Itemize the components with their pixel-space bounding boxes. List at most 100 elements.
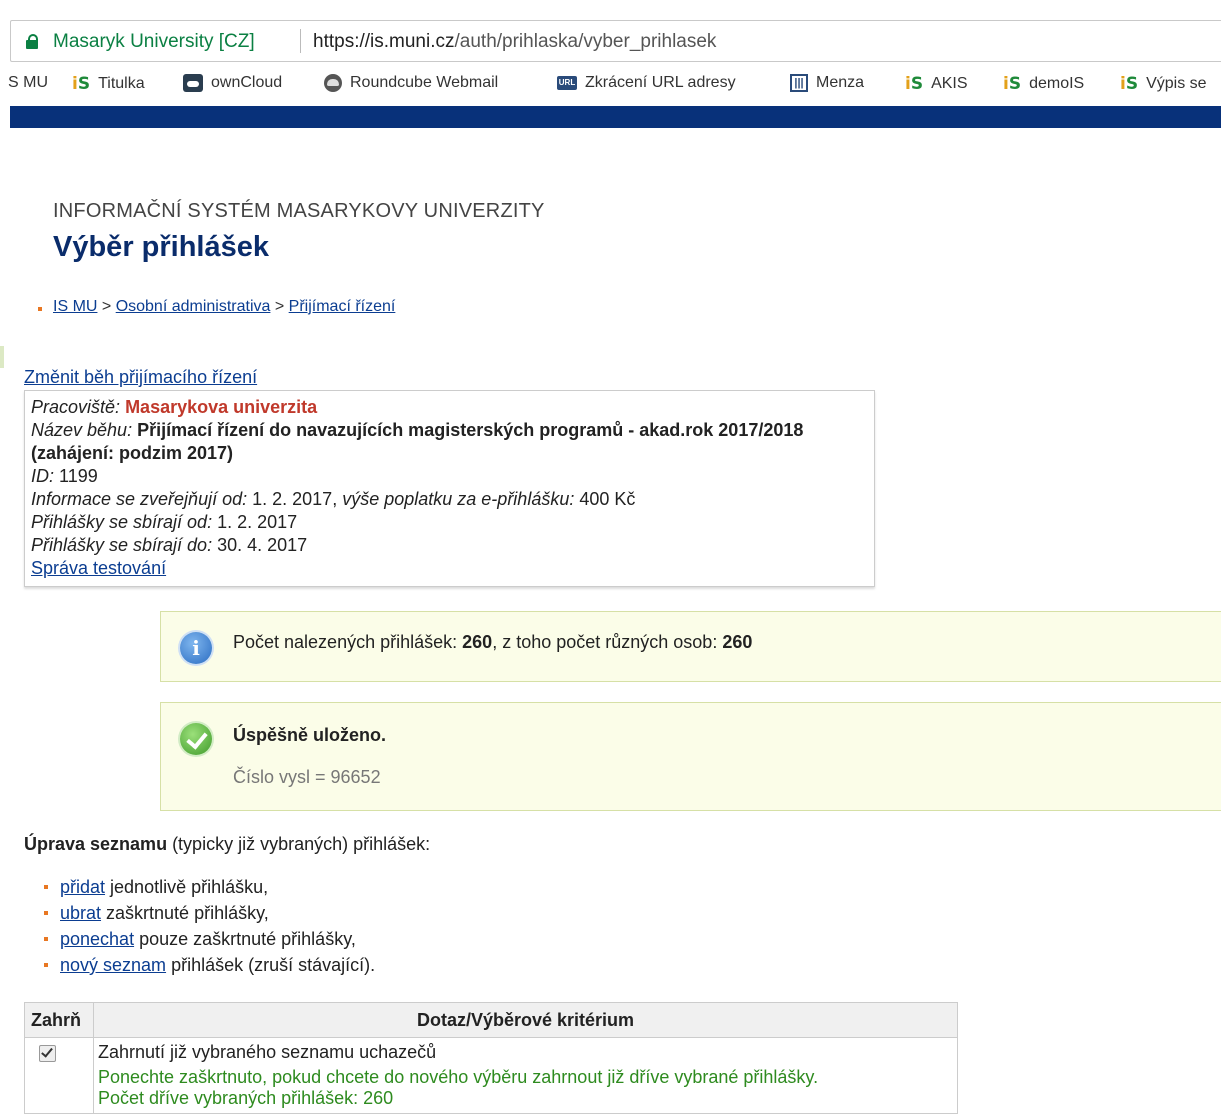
url-host: https://is.muni.cz: [313, 31, 455, 52]
row-hint: Ponechte zaškrtnuto, pokud chcete do nov…: [98, 1067, 819, 1087]
url-path: /auth/prihlaska/vyber_prihlasek: [454, 31, 717, 52]
bookmark-akis[interactable]: iS AKIS: [905, 74, 968, 94]
workplace-label: Pracoviště:: [31, 397, 121, 417]
new-list-link[interactable]: nový seznam: [60, 955, 166, 975]
bookmark-label: Roundcube Webmail: [350, 74, 499, 91]
fee-label: výše poplatku za e-přihlášku:: [342, 489, 575, 509]
list-item: nový seznam přihlášek (zruší stávající).: [43, 952, 376, 978]
bookmark-titulka[interactable]: iS Titulka: [72, 74, 145, 94]
id-value: 1199: [59, 466, 98, 486]
site-header-bar: [10, 106, 1221, 128]
op-description: jednotlivě přihlášku,: [105, 877, 269, 897]
saved-detail: Číslo vysl = 96652: [233, 767, 381, 787]
breadcrumb-osobni-administrativa[interactable]: Osobní administrativa: [116, 298, 271, 315]
page-title: Výběr přihlášek: [53, 231, 269, 263]
table-row: Zahrnutí již vybraného seznamu uchazečů …: [24, 1037, 958, 1114]
bookmark-label: Výpis se: [1146, 75, 1207, 92]
site-origin: Masaryk University [CZ]: [53, 31, 255, 52]
bookmark-label: Titulka: [98, 75, 145, 92]
workplace-value: Masarykova univerzita: [125, 397, 318, 417]
op-description: přihlášek (zruší stávající).: [166, 955, 376, 975]
table-header-row: Zahrň Dotaz/Výběrové kritérium: [24, 1002, 958, 1038]
criteria-table: Zahrň Dotaz/Výběrové kritérium Zahrnutí …: [24, 1002, 958, 1114]
saved-heading: Úspěšně uloženo.: [233, 725, 387, 745]
op-description: zaškrtnuté přihlášky,: [101, 903, 269, 923]
bookmark-label: Zkrácení URL adresy: [585, 74, 736, 91]
lock-icon: [26, 34, 38, 49]
publish-value: 1. 2. 2017,: [252, 489, 338, 509]
address-bar[interactable]: Masaryk University [CZ] https://is.muni.…: [0, 20, 1221, 62]
row-title: Zahrnutí již vybraného seznamu uchazečů: [98, 1042, 437, 1062]
query-cell: Zahrnutí již vybraného seznamu uchazečů …: [93, 1037, 958, 1114]
breadcrumb: IS MU > Osobní administrativa > Přijímac…: [37, 298, 396, 316]
left-accent: [0, 346, 4, 368]
collect-from-value: 1. 2. 2017: [217, 512, 298, 532]
url-shortener-icon: URL: [557, 76, 577, 90]
list-item: ponechat pouze zaškrtnuté přihlášky,: [43, 926, 375, 952]
cloud-icon: [183, 74, 203, 92]
add-application-link[interactable]: přidat: [60, 877, 105, 897]
bookmark-label: AKIS: [931, 75, 968, 92]
fee-value: 400 Kč: [579, 489, 636, 509]
keep-checked-link[interactable]: ponechat: [60, 929, 134, 949]
include-previous-checkbox[interactable]: [39, 1045, 56, 1062]
breadcrumb-separator: >: [270, 298, 289, 315]
edit-operations: přidat jednotlivě přihlášku, ubrat zaškr…: [43, 874, 376, 978]
count-text: Počet nalezených přihlášek: 260, z toho …: [233, 632, 752, 653]
op-description: pouze zaškrtnuté přihlášky,: [134, 929, 356, 949]
is-logo-icon: iS: [72, 74, 91, 94]
persons-count: 260: [722, 632, 753, 652]
id-label: ID:: [31, 466, 55, 486]
bookmark-label: Menza: [816, 74, 865, 91]
collect-to-value: 30. 4. 2017: [217, 535, 308, 555]
bookmarks-bar: S MU iS Titulka ownCloud Roundcube Webmai…: [0, 62, 1221, 104]
collect-to-label: Přihlášky se sbírají do:: [31, 535, 213, 555]
bookmark-demois[interactable]: iS demoIS: [1003, 74, 1084, 94]
row-count: Počet dříve vybraných přihlášek: 260: [98, 1088, 394, 1108]
url-text[interactable]: https://is.muni.cz/auth/prihlaska/vyber_…: [313, 31, 716, 53]
list-item: ubrat zaškrtnuté přihlášky,: [43, 900, 375, 926]
collect-from-label: Přihlášky se sbírají od:: [31, 512, 213, 532]
system-name: INFORMAČNÍ SYSTÉM MASARYKOVY UNIVERZITY: [53, 200, 545, 222]
breadcrumb-prijimaci-rizeni[interactable]: Přijímací řízení: [289, 298, 396, 315]
change-run-link[interactable]: Změnit běh přijímacího řízení: [24, 367, 257, 388]
bookmark-label: S MU: [8, 74, 48, 91]
is-logo-icon: iS: [905, 74, 924, 94]
bookmark-owncloud[interactable]: ownCloud: [183, 74, 282, 92]
bookmark-label: ownCloud: [211, 74, 283, 91]
saved-notice: Úspěšně uloženo. Číslo vysl = 96652: [160, 702, 1221, 811]
admission-run-info: Pracoviště: Masarykova univerzita Název …: [24, 390, 875, 587]
include-cell: [24, 1037, 94, 1114]
menza-icon: |||: [790, 74, 808, 92]
count-middle: , z toho počet různých osob:: [492, 632, 723, 652]
is-logo-icon: iS: [1120, 74, 1139, 94]
count-notice: i Počet nalezených přihlášek: 260, z toh…: [160, 611, 1221, 682]
bookmark-vypis[interactable]: iS Výpis se: [1120, 74, 1207, 94]
col-include: Zahrň: [24, 1002, 94, 1038]
bookmark-url-shortener[interactable]: URL Zkrácení URL adresy: [557, 74, 736, 92]
bookmark-menza[interactable]: ||| Menza: [790, 74, 864, 92]
edit-heading-bold: Úprava seznamu: [24, 834, 168, 854]
roundcube-icon: [324, 74, 342, 92]
edit-heading-rest: (typicky již vybraných) přihlášek:: [167, 834, 431, 854]
list-item: přidat jednotlivě přihlášku,: [43, 874, 375, 900]
bookmark-roundcube[interactable]: Roundcube Webmail: [324, 74, 498, 92]
bookmark-label: demoIS: [1029, 75, 1085, 92]
publish-label: Informace se zveřejňují od:: [31, 489, 248, 509]
breadcrumb-is-mu[interactable]: IS MU: [53, 298, 97, 315]
separator: [300, 29, 301, 53]
testing-admin-link[interactable]: Správa testování: [31, 558, 166, 578]
remove-checked-link[interactable]: ubrat: [60, 903, 101, 923]
run-name-value: Přijímací řízení do navazujících magiste…: [31, 420, 804, 463]
run-name-label: Název běhu:: [31, 420, 133, 440]
breadcrumb-separator: >: [97, 298, 116, 315]
edit-list-heading: Úprava seznamu (typicky již vybraných) p…: [24, 834, 430, 855]
info-icon: i: [180, 632, 212, 664]
applications-count: 260: [462, 632, 493, 652]
is-logo-icon: iS: [1003, 74, 1022, 94]
success-check-icon: [180, 723, 212, 755]
url-box[interactable]: Masaryk University [CZ] https://is.muni.…: [10, 20, 1221, 62]
count-prefix: Počet nalezených přihlášek:: [233, 632, 463, 652]
bookmark-is-mu[interactable]: S MU: [8, 74, 48, 92]
col-query: Dotaz/Výběrové kritérium: [93, 1002, 958, 1038]
